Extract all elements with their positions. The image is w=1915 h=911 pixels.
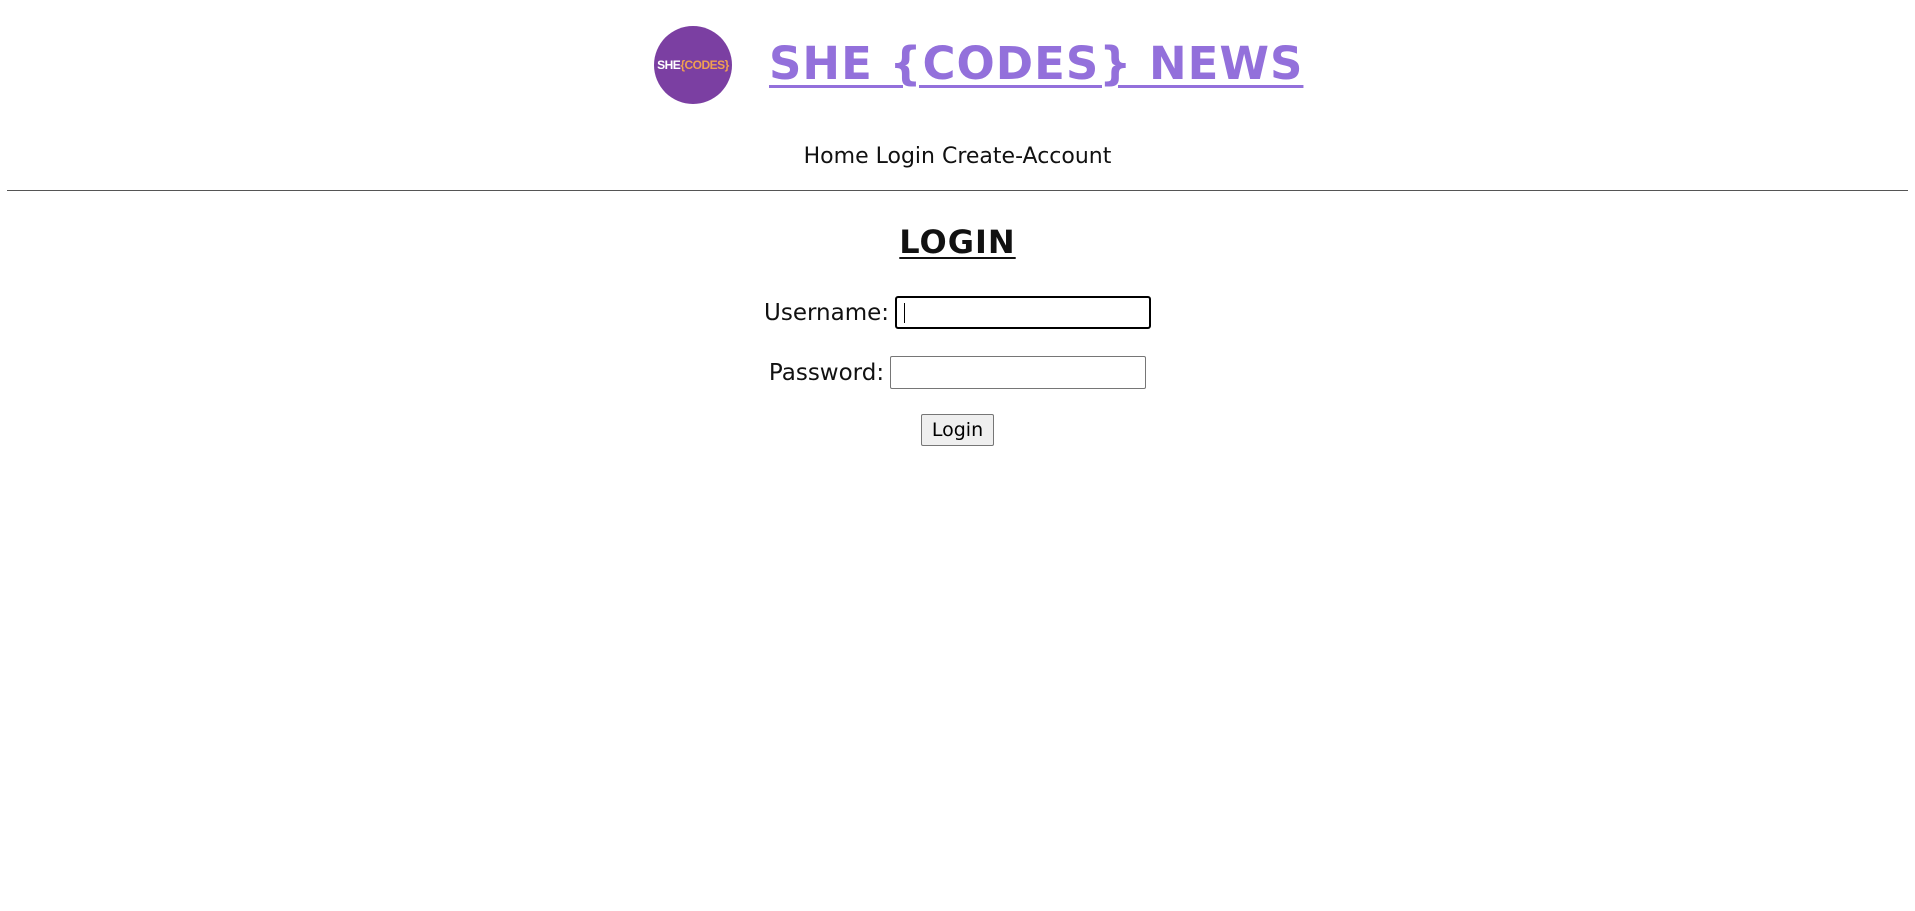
main-nav: Home Login Create-Account	[0, 141, 1915, 173]
site-logo[interactable]: SHE {CODES}	[654, 26, 732, 104]
submit-row: Login	[0, 414, 1915, 446]
username-input[interactable]	[895, 296, 1151, 329]
site-title-link[interactable]: SHE {CODES} NEWS	[769, 34, 1303, 94]
login-heading: LOGIN	[0, 220, 1915, 264]
header-divider	[7, 190, 1908, 191]
username-field-wrap	[895, 296, 1151, 329]
username-row: Username:	[0, 296, 1915, 329]
site-header: SHE {CODES} SHE {CODES} NEWS	[0, 0, 1915, 130]
logo-text-codes: {CODES}	[680, 58, 729, 72]
password-row: Password:	[0, 356, 1915, 389]
nav-item-login[interactable]: Login	[876, 144, 935, 169]
login-heading-text: LOGIN	[899, 223, 1016, 261]
password-label: Password:	[768, 359, 885, 386]
username-label: Username:	[764, 299, 889, 326]
text-caret	[904, 303, 905, 323]
login-button[interactable]: Login	[920, 414, 995, 446]
logo-text-she: SHE	[657, 58, 681, 72]
nav-item-home[interactable]: Home	[804, 144, 869, 169]
password-input[interactable]	[890, 356, 1147, 389]
page: SHE {CODES} SHE {CODES} NEWS Home Login C…	[0, 0, 1915, 911]
nav-item-create-account[interactable]: Create-Account	[942, 144, 1111, 169]
